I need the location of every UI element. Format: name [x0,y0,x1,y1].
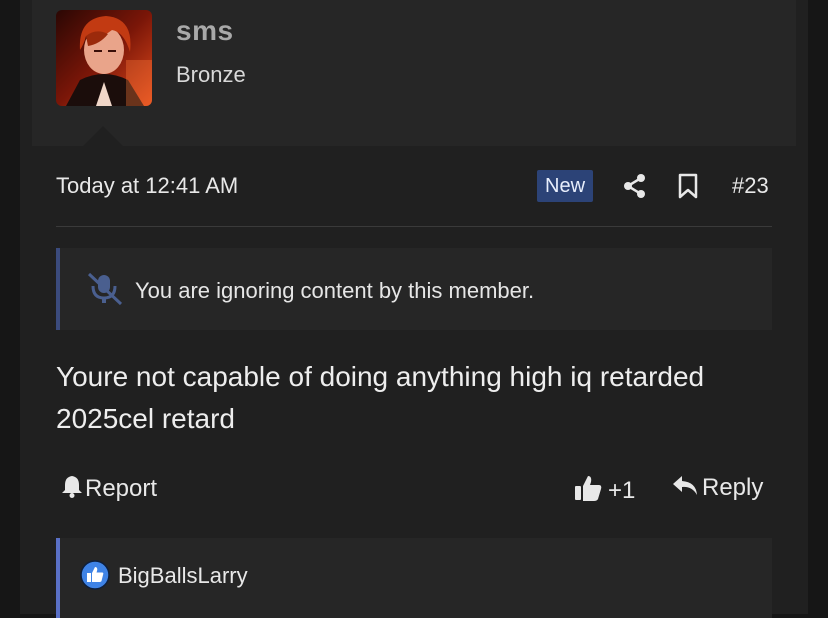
reply-button[interactable]: Reply [672,474,763,503]
reaction-like-icon [80,560,110,595]
avatar-image [56,10,152,106]
mute-icon [85,272,125,311]
post-meta: Today at 12:41 AM New #23 [56,168,772,204]
post-date[interactable]: Today at 12:41 AM [56,173,238,199]
user-title: Bronze [176,62,246,87]
reaction-users[interactable]: BigBallsLarry [118,563,248,589]
ignore-notice-text: You are ignoring content by this member. [135,278,535,303]
like-icon [574,474,602,509]
report-label: Report [85,474,158,502]
share-icon[interactable] [622,173,648,204]
reply-icon [672,474,698,503]
avatar[interactable] [56,10,152,106]
post-message: Youre not capable of doing anything high… [56,361,705,434]
reactions-bar: BigBallsLarry [56,538,772,618]
ignore-notice: You are ignoring content by this member. [56,248,772,330]
username[interactable]: sms [176,15,234,47]
like-button[interactable]: +1 [574,474,635,509]
post-number[interactable]: #23 [732,173,769,199]
bell-icon [61,474,83,505]
divider [56,226,772,227]
report-button[interactable]: Report [61,474,157,505]
bookmark-icon[interactable] [676,173,700,204]
post-actions: Report +1 Reply [56,470,772,510]
new-badge: New [537,170,594,202]
reply-label: Reply [702,474,764,501]
post-container: sms Bronze Today at 12:41 AM New #23 You… [20,0,808,618]
like-count: +1 [608,476,636,504]
user-block-arrow [83,126,123,146]
